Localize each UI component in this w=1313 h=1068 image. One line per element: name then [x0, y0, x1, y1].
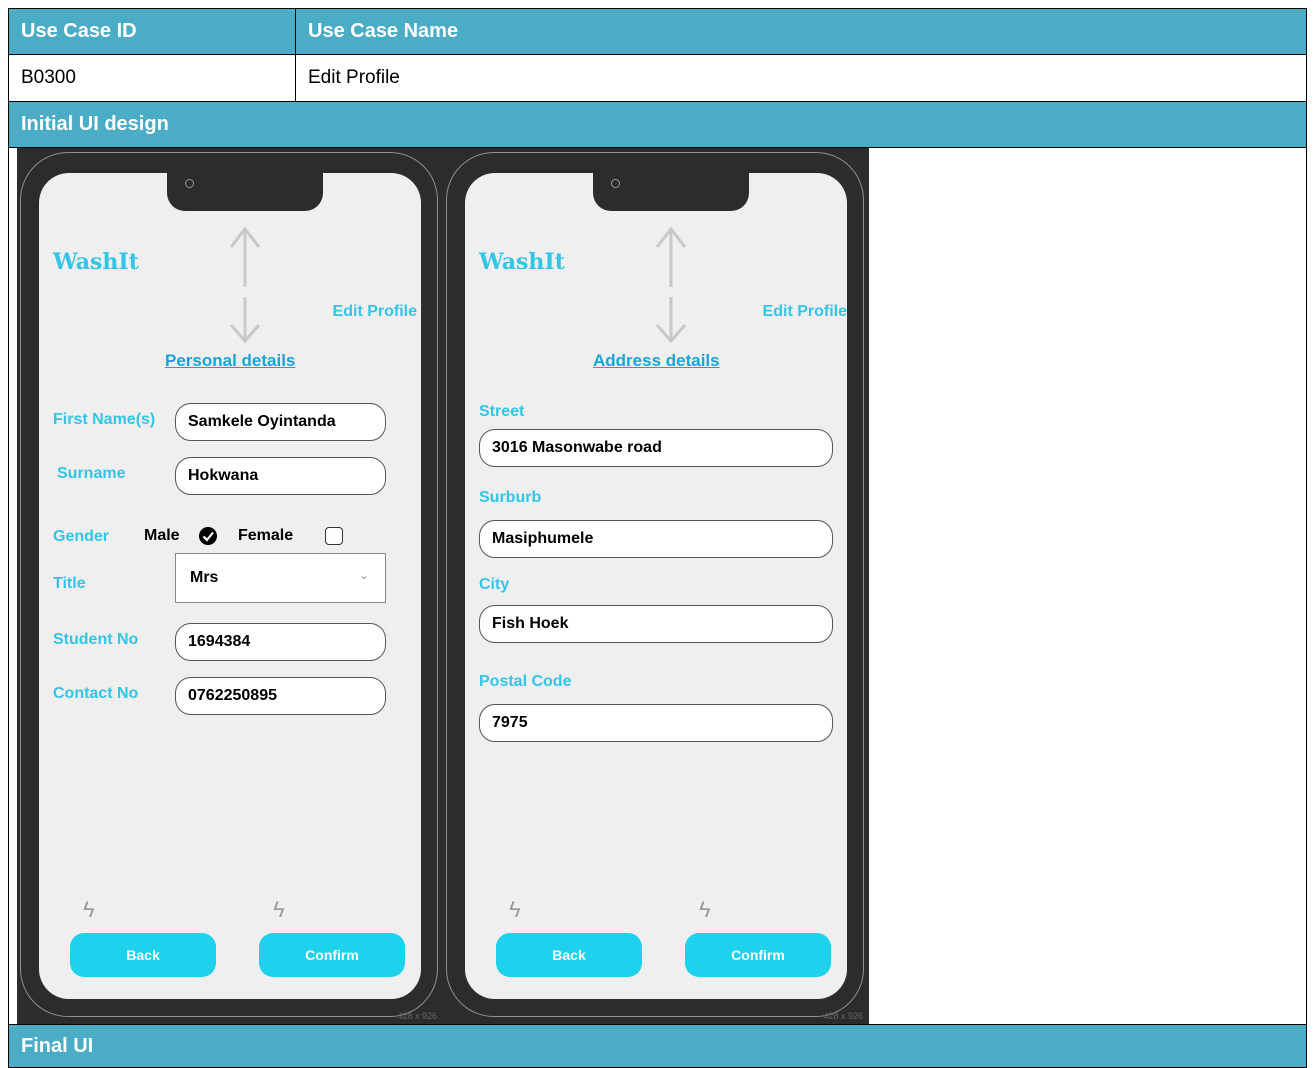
- initial-ui-heading: Initial UI design: [8, 101, 1307, 148]
- lightning-icon: ϟ: [273, 897, 285, 922]
- up-arrow-icon: [229, 226, 261, 287]
- street-label: Street: [479, 403, 525, 420]
- up-arrow-icon: [655, 226, 687, 287]
- city-label: City: [479, 576, 510, 593]
- title-dropdown[interactable]: Mrs ⌄: [175, 553, 386, 603]
- postal-code-label: Postal Code: [479, 673, 572, 690]
- suburb-input[interactable]: Masiphumele: [479, 520, 833, 558]
- confirm-button[interactable]: Confirm: [259, 933, 405, 977]
- use-case-name-value: Edit Profile: [295, 54, 1307, 102]
- confirm-button[interactable]: Confirm: [685, 933, 831, 977]
- col-header-use-case-name: Use Case Name: [295, 8, 1307, 55]
- lightning-icon: ϟ: [509, 897, 521, 922]
- frame-size-label: 428 x 926: [823, 1011, 863, 1021]
- male-checkbox-checked[interactable]: [199, 527, 217, 545]
- app-logo: WashIt: [479, 249, 565, 275]
- suburb-label: Surburb: [479, 489, 542, 506]
- camera-icon: [611, 179, 620, 188]
- student-no-label: Student No: [53, 631, 139, 648]
- phone-screen: WashIt Edit Profile Address details Stre…: [465, 173, 847, 999]
- phone-frame: WashIt Edit Profile Address details Stre…: [446, 152, 864, 1017]
- final-ui-heading: Final UI: [8, 1024, 1307, 1068]
- surname-label: Surname: [57, 465, 126, 482]
- section-address-details[interactable]: Address details: [593, 351, 720, 371]
- surname-input[interactable]: Hokwana: [175, 457, 386, 495]
- postal-code-input[interactable]: 7975: [479, 704, 833, 742]
- screen-title: Edit Profile: [762, 303, 847, 320]
- app-logo: WashIt: [53, 249, 139, 275]
- back-button[interactable]: Back: [496, 933, 642, 977]
- contact-no-label: Contact No: [53, 685, 139, 702]
- down-arrow-icon: [655, 297, 687, 344]
- lightning-icon: ϟ: [83, 897, 95, 922]
- screen-title: Edit Profile: [332, 303, 417, 320]
- chevron-down-icon: ⌄: [358, 568, 369, 582]
- phone-notch: [167, 173, 323, 211]
- back-button[interactable]: Back: [70, 933, 216, 977]
- phone-screen: WashIt Edit Profile Personal details Fir…: [39, 173, 421, 999]
- camera-icon: [185, 179, 194, 188]
- section-personal-details[interactable]: Personal details: [165, 351, 295, 371]
- mockup-personal-details: WashIt Edit Profile Personal details Fir…: [17, 148, 443, 1024]
- male-label: Male: [144, 527, 180, 544]
- use-case-id-value: B0300: [8, 54, 296, 102]
- lightning-icon: ϟ: [699, 897, 711, 922]
- gender-label: Gender: [53, 528, 110, 545]
- mockup-address-details: WashIt Edit Profile Address details Stre…: [443, 148, 869, 1024]
- female-checkbox[interactable]: [325, 527, 343, 545]
- first-names-label: First Name(s): [53, 411, 156, 428]
- phone-notch: [593, 173, 749, 211]
- city-input[interactable]: Fish Hoek: [479, 605, 833, 643]
- down-arrow-icon: [229, 297, 261, 344]
- title-label: Title: [53, 575, 86, 592]
- phone-frame: WashIt Edit Profile Personal details Fir…: [20, 152, 438, 1017]
- street-input[interactable]: 3016 Masonwabe road: [479, 429, 833, 467]
- title-dropdown-value: Mrs: [190, 569, 219, 586]
- student-no-input[interactable]: 1694384: [175, 623, 386, 661]
- first-names-input[interactable]: Samkele Oyintanda: [175, 403, 386, 441]
- frame-size-label: 428 x 926: [397, 1011, 437, 1021]
- contact-no-input[interactable]: 0762250895: [175, 677, 386, 715]
- col-header-use-case-id: Use Case ID: [8, 8, 296, 55]
- female-label: Female: [238, 527, 294, 544]
